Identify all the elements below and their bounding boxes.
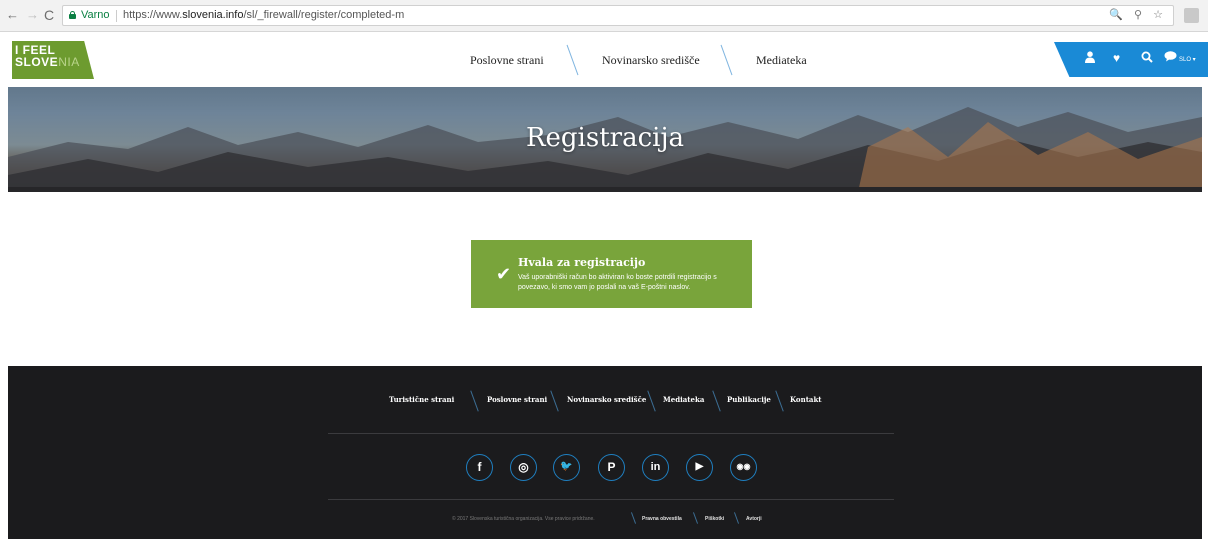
checkmark-icon: ✔ [496, 264, 512, 284]
copyright-text: © 2017 Slovenska turistična organizacija… [452, 516, 595, 522]
url-text[interactable]: https://www.slovenia.info/sl/_firewall/r… [123, 6, 404, 25]
footer-nav-publikacije[interactable]: Publikacije [727, 395, 771, 404]
facebook-icon[interactable]: f [466, 454, 493, 481]
footer-nav-mediateka[interactable]: Mediateka [663, 395, 704, 404]
nav-mediateka[interactable]: Mediateka [756, 53, 807, 68]
success-message: ✔ Hvala za registracijo Vaš uporabniški … [471, 240, 752, 308]
extension-icon[interactable] [1184, 8, 1199, 23]
success-title: Hvala za registracijo [518, 256, 646, 269]
footer-nav-turisticne-strani[interactable]: Turistične strani [389, 395, 454, 404]
back-arrow-icon[interactable]: ← [6, 8, 19, 22]
reload-icon[interactable]: C [44, 8, 54, 22]
secure-label: Varno [81, 9, 110, 21]
speech-bubble-icon[interactable] [1164, 51, 1177, 65]
linkedin-icon[interactable]: in [642, 454, 669, 481]
tripadvisor-icon[interactable]: ◉◉ [730, 454, 757, 481]
hero-banner: Registracija [8, 87, 1202, 192]
i-feel-slovenia-logo[interactable]: I FEEL SLOVENIA [12, 41, 94, 79]
user-toolbar: ♥ SLO ▾ [1054, 42, 1208, 77]
footer-link-avtorji[interactable]: Avtorji [746, 516, 762, 522]
success-text: Vaš uporabniški račun bo aktiviran ko bo… [518, 274, 717, 291]
browser-toolbar: ← → C Varno https://www.slovenia.info/sl… [0, 0, 1208, 32]
page-title: Registracija [525, 123, 685, 153]
footer-nav-kontakt[interactable]: Kontakt [790, 395, 822, 404]
footer-link-pravna-obvestila[interactable]: Pravna obvestila [642, 516, 682, 522]
footer-nav-poslovne-strani[interactable]: Poslovne strani [487, 395, 547, 404]
nav-poslovne-strani[interactable]: Poslovne strani [470, 53, 544, 68]
instagram-icon[interactable]: ◎ [510, 454, 537, 481]
footer-divider-bottom [328, 499, 894, 500]
footer-nav-novinarsko-sredisce[interactable]: Novinarsko središče [567, 395, 646, 404]
omnibox-actions[interactable]: 🔍 ⚲ ☆ [1109, 6, 1167, 25]
forward-arrow-icon[interactable]: → [26, 8, 39, 22]
address-bar[interactable]: Varno https://www.slovenia.info/sl/_fire… [62, 5, 1174, 26]
youtube-icon[interactable]: ▶ [686, 454, 713, 481]
footer-link-piskotki[interactable]: Piškotki [705, 516, 724, 522]
language-selector[interactable]: SLO ▾ [1179, 53, 1196, 67]
site-header: I FEEL SLOVENIA Poslovne strani Novinars… [0, 32, 1208, 87]
nav-novinarsko-sredisce[interactable]: Novinarsko središče [602, 53, 700, 68]
user-icon[interactable] [1085, 51, 1095, 66]
pinterest-icon[interactable]: P [598, 454, 625, 481]
heart-icon[interactable]: ♥ [1113, 51, 1120, 65]
search-icon[interactable] [1141, 51, 1153, 66]
footer-divider [328, 433, 894, 434]
footer: Turistične strani Poslovne strani Novina… [8, 366, 1202, 539]
lock-icon [69, 11, 76, 19]
twitter-icon[interactable]: 🐦 [553, 454, 580, 481]
